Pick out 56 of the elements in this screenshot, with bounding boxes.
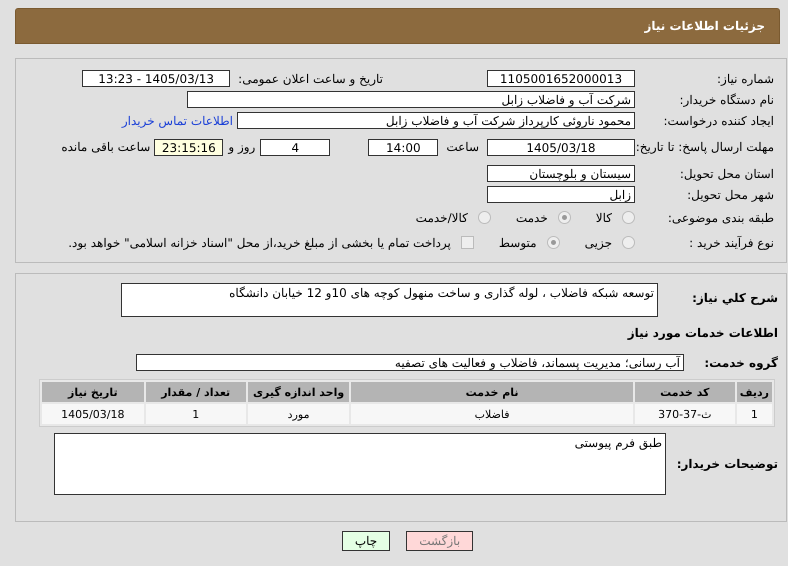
field-label: ساعت xyxy=(446,140,479,154)
radio-button[interactable] xyxy=(622,236,635,249)
column-header: واحد اندازه گیری xyxy=(248,382,350,402)
field-label: گروه خدمت: xyxy=(703,356,778,370)
field-label: شماره نیاز: xyxy=(716,72,775,86)
option-label: کالا/خدمت xyxy=(416,210,468,224)
field-label: ایجاد کننده درخواست: xyxy=(662,114,775,128)
field-label: ساعت باقی مانده xyxy=(61,140,150,154)
page-title: جزئیات اطلاعات نیاز xyxy=(644,19,765,33)
table-cell: فاضلاب xyxy=(351,404,633,424)
text-field[interactable]: زابل xyxy=(487,186,635,203)
contact-link[interactable]: اطلاعات تماس خریدار xyxy=(122,114,233,128)
radio-button[interactable] xyxy=(478,211,491,224)
text-field[interactable]: 23:15:16 xyxy=(154,138,224,156)
text-field[interactable]: 14:00 xyxy=(368,138,438,156)
radio-button[interactable] xyxy=(622,211,635,224)
text-field[interactable]: شرکت آب و فاضلاب زابل xyxy=(187,91,635,108)
option-label: خدمت xyxy=(516,210,548,224)
table-cell: 1 xyxy=(146,404,246,424)
text-field[interactable]: 4 xyxy=(260,138,330,156)
field-label: شرح کلي نياز: xyxy=(691,291,778,305)
field-label: طبقه بندی موضوعی: xyxy=(666,210,775,224)
column-header: تعداد / مقدار xyxy=(146,382,246,402)
print-button[interactable]: چاپ xyxy=(342,531,390,551)
table-cell: مورد xyxy=(248,404,350,424)
text-field[interactable]: آب رسانی؛ مدیریت پسماند، فاضلاب و فعالیت های تصفیه xyxy=(136,354,684,371)
radio-button[interactable] xyxy=(558,211,571,224)
field-label: نوع فرآیند خرید : xyxy=(688,236,775,250)
option-label: متوسط xyxy=(498,236,537,250)
field-label: مهلت ارسال پاسخ: تا تاریخ: xyxy=(635,140,775,154)
column-header: نام خدمت xyxy=(351,382,633,402)
text-field[interactable]: 1405/03/18 xyxy=(487,138,635,156)
field-label: شهر محل تحویل: xyxy=(686,188,775,202)
column-header: کد خدمت xyxy=(634,382,735,402)
field-label: تاریخ و ساعت اعلان عمومی: xyxy=(238,72,383,86)
table-cell: ث-37-370 xyxy=(634,404,735,424)
text-field[interactable]: محمود ناروئی کارپرداز شرکت آب و فاضلاب زابل xyxy=(237,112,635,129)
field-label: نام دستگاه خریدار: xyxy=(678,92,775,106)
field-label: روز و xyxy=(228,140,256,154)
section-heading: اطلاعات خدمات مورد نیاز xyxy=(626,326,778,340)
checkbox[interactable] xyxy=(460,236,474,249)
text-area[interactable]: طبق فرم پیوستی xyxy=(54,433,666,495)
checkbox-label: پرداخت تمام یا بخشی از مبلغ خرید،از محل "اسناد خزانه اسلامی" خواهد بود. xyxy=(68,236,451,250)
option-label: کالا xyxy=(596,210,612,224)
table-cell: 1 xyxy=(736,404,772,424)
column-header: ردیف xyxy=(736,382,772,402)
field-label: استان محل تحویل: xyxy=(678,166,775,180)
text-field[interactable]: 1405/03/13 - 13:23 xyxy=(82,70,230,87)
column-header: تاریخ نیاز xyxy=(42,382,144,402)
option-label: جزیی xyxy=(584,236,612,250)
table-cell: 1405/03/18 xyxy=(42,404,144,424)
text-area[interactable]: توسعه شبکه فاضلاب ، لوله گذاری و ساخت منهول کوچه های 10و 12 خیابان دانشگاه xyxy=(121,283,658,317)
text-field[interactable]: سیستان و بلوچستان xyxy=(487,165,635,182)
text-field[interactable]: 1105001652000013 xyxy=(487,70,635,87)
radio-button[interactable] xyxy=(546,236,560,249)
field-label: توضیحات خریدار: xyxy=(676,457,778,471)
